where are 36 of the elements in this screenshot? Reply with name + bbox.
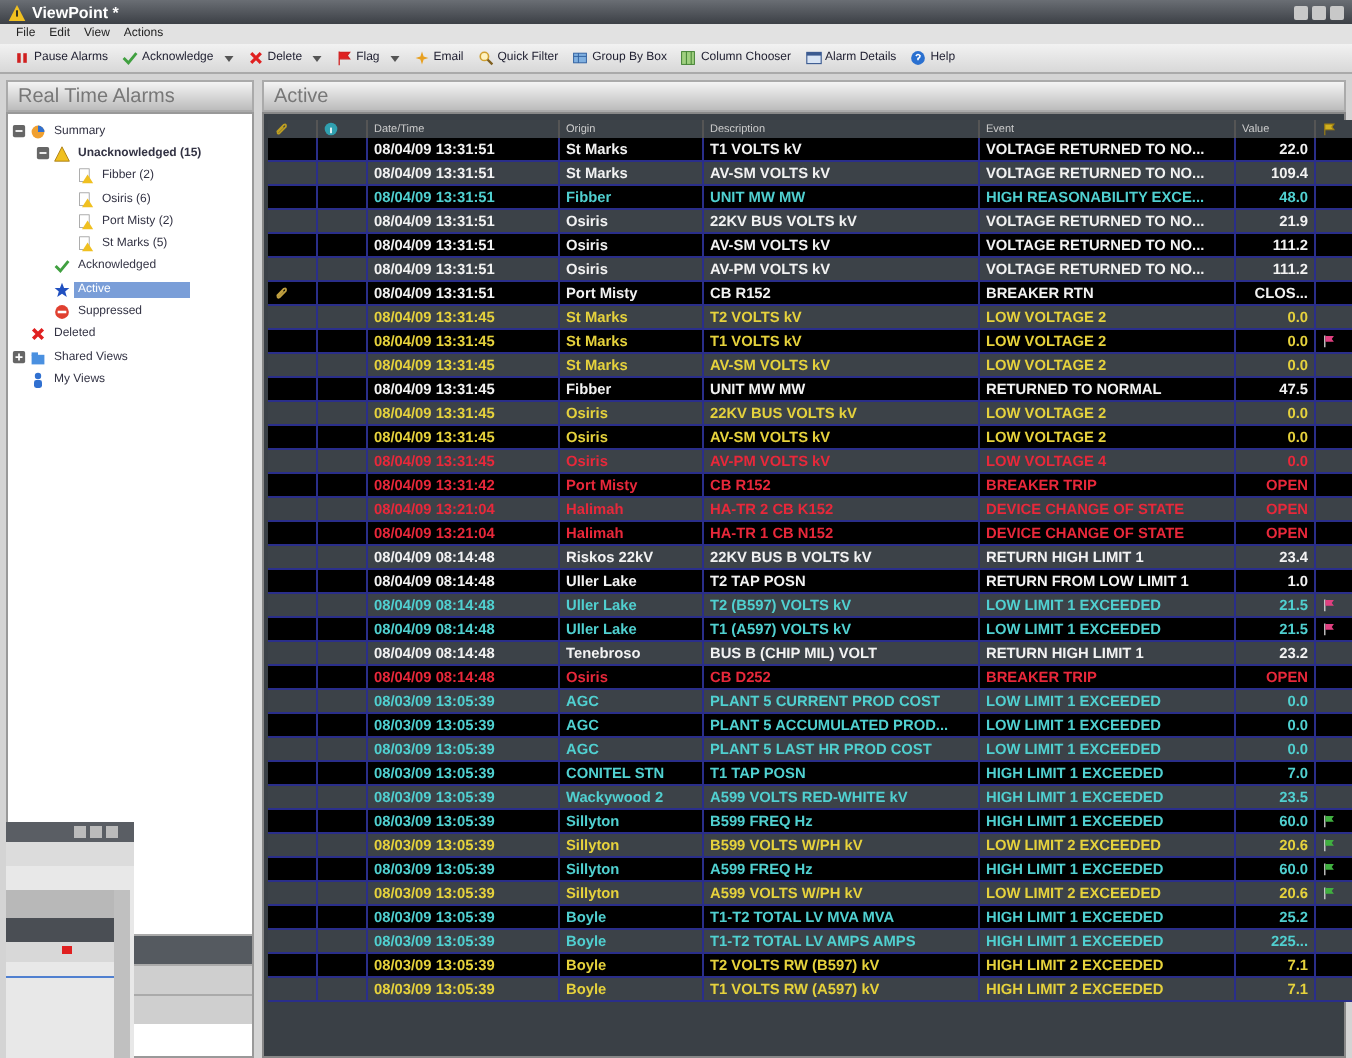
maximize-button[interactable] [1312,5,1326,19]
details-icon [805,50,821,66]
chart-icon [30,123,46,140]
warning-icon [54,145,70,162]
delete-icon [247,50,264,66]
help-icon [910,50,927,66]
panel-title: Active [274,85,329,107]
document-warning-icon [78,168,94,185]
document-warning-icon [78,213,94,230]
collapse-icon[interactable] [36,146,50,161]
document-warning-icon [78,236,94,253]
check-icon [122,50,139,66]
window-title: ViewPoint * [32,3,119,21]
stop-icon [54,304,70,321]
star-icon [54,281,70,298]
group-icon [572,50,589,66]
info-icon[interactable] [324,122,338,136]
minimize-button[interactable] [1294,5,1308,19]
columns-icon [680,50,697,66]
flag-icon [336,50,353,66]
flag-icon[interactable] [1322,122,1336,136]
warning-icon [8,3,26,21]
delete-icon [30,326,46,343]
expand-icon[interactable] [12,350,26,365]
document-warning-icon [78,191,94,208]
check-icon [54,258,70,275]
person-icon [30,371,46,388]
pause-icon [14,50,30,66]
paperclip-icon[interactable] [274,122,288,136]
collapse-icon[interactable] [12,124,26,139]
filter-icon [477,50,494,66]
folder-icon [30,349,46,366]
close-button[interactable] [1330,5,1344,19]
email-icon [413,50,430,66]
navigation-bar[interactable] [134,934,252,964]
panel-title: Real Time Alarms [18,85,175,107]
